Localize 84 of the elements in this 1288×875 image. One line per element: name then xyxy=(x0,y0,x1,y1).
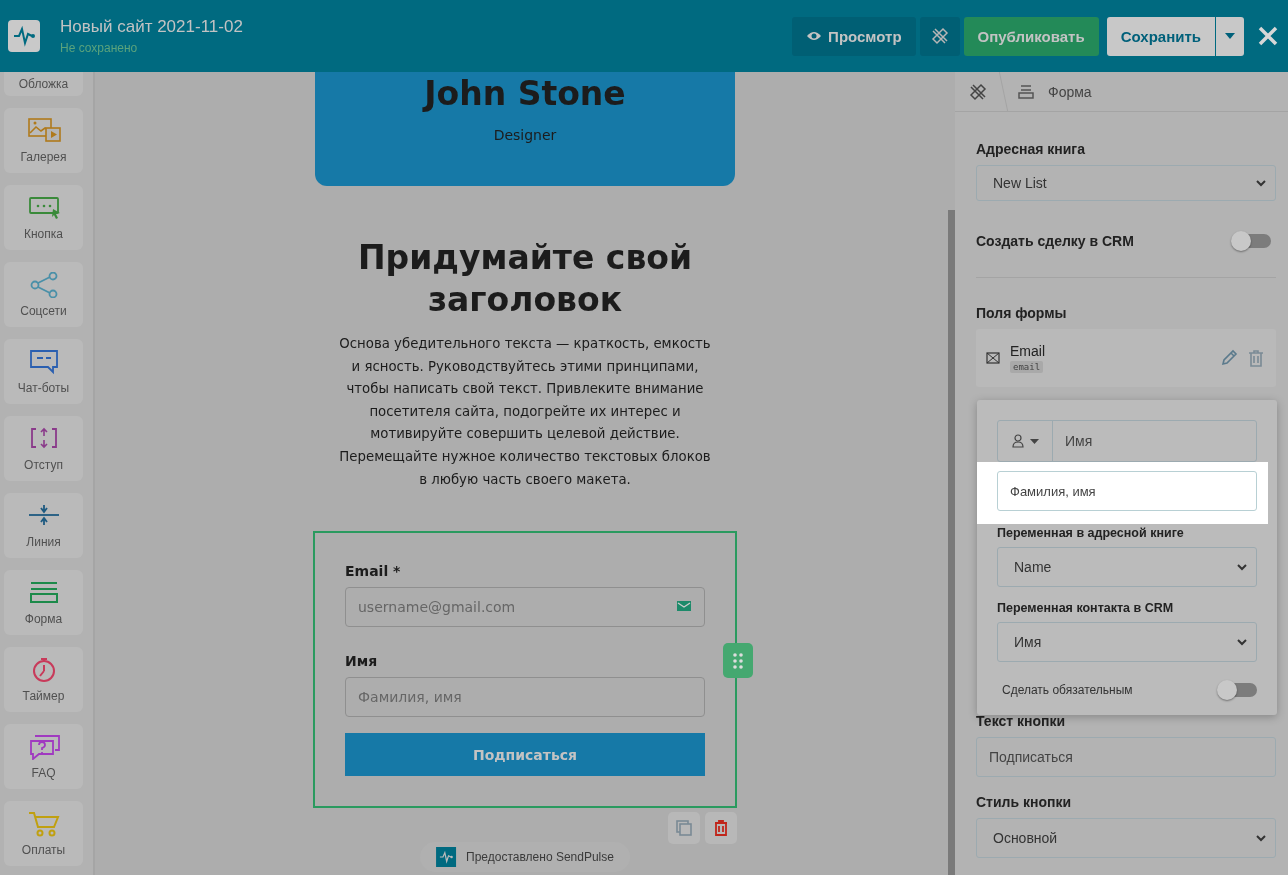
save-options-button[interactable] xyxy=(1216,16,1244,56)
block-tile[interactable]: Отступ xyxy=(4,416,83,481)
form-block-icon xyxy=(1018,84,1034,99)
block-tile[interactable]: Таймер xyxy=(4,647,83,712)
block-label: Форма xyxy=(24,611,63,626)
block-label: Линия xyxy=(26,534,61,549)
block-label: Галерея xyxy=(20,149,67,164)
app-logo-icon[interactable] xyxy=(8,20,40,52)
eye-icon xyxy=(806,30,823,42)
block-tile[interactable]: Кнопка xyxy=(4,185,83,250)
trash-icon xyxy=(714,820,728,837)
name-field[interactable]: Фамилия, имя xyxy=(345,677,705,718)
drag-handle[interactable] xyxy=(723,643,753,679)
crm-variable-dropdown[interactable]: Имя xyxy=(997,622,1257,662)
subscribe-form[interactable]: Email * username@gmail.com Имя Фамилия, имя Подписаться xyxy=(313,531,737,809)
block-tile[interactable]: Галерея xyxy=(4,108,83,173)
field-label: Имя xyxy=(345,653,379,670)
block-label: Оплаты xyxy=(21,842,66,857)
powered-by-text: Предоставлено SendPulse xyxy=(466,850,614,864)
page-heading: Придумайте свой заголовок xyxy=(356,237,694,321)
block-label: Отступ xyxy=(24,457,63,472)
block-tile[interactable]: Форма xyxy=(4,570,83,635)
toggle-switch[interactable] xyxy=(1233,234,1271,248)
preview-button[interactable]: Просмотр xyxy=(792,16,916,56)
address-book-label: Адресная книга xyxy=(976,141,1086,157)
save-button[interactable]: Сохранить xyxy=(1106,16,1215,56)
button-style-label: Стиль кнопки xyxy=(976,794,1073,810)
block-label: FAQ xyxy=(31,765,56,780)
crm-variable-label: Переменная контакта в CRM xyxy=(997,601,1175,615)
sendpulse-logo-icon xyxy=(436,847,457,867)
block-label: Таймер xyxy=(22,688,65,703)
button-text-field[interactable]: Подписаться xyxy=(976,737,1276,777)
close-icon xyxy=(1258,26,1278,46)
copy-icon xyxy=(676,820,692,837)
toggle-switch[interactable] xyxy=(1219,683,1257,697)
breadcrumb-item[interactable]: Форма xyxy=(1048,83,1092,100)
field-label: Email * xyxy=(345,563,402,580)
crm-deal-label: Создать сделку в CRM xyxy=(976,233,1134,249)
profile-role: Designer xyxy=(493,127,557,143)
publish-button[interactable]: Опубликовать xyxy=(963,16,1099,56)
chevron-icon xyxy=(1236,638,1248,646)
block-tile[interactable]: Обложка xyxy=(4,72,83,96)
form-field-card[interactable]: Email email xyxy=(976,329,1276,387)
trash-icon xyxy=(1248,349,1264,367)
chevron-icon xyxy=(1255,179,1267,187)
duplicate-button[interactable] xyxy=(668,812,700,845)
block-tile[interactable]: Оплаты xyxy=(4,801,83,866)
chevron-icon xyxy=(1236,563,1248,571)
gallery-block-icon xyxy=(26,117,61,144)
email-field[interactable]: username@gmail.com xyxy=(345,587,705,628)
caret-icon xyxy=(1225,33,1235,39)
chevron-icon xyxy=(1255,834,1267,842)
placeholder-field[interactable]: Фамилия, имя xyxy=(997,471,1257,511)
grip-icon xyxy=(733,652,743,669)
button-text-label: Текст кнопки xyxy=(976,713,1067,729)
envelope-icon xyxy=(986,352,1000,364)
block-label: Кнопка xyxy=(24,226,63,241)
person-icon xyxy=(1011,434,1024,448)
body-paragraph: Основа убедительного текста — краткость, емкость и ясность. Руководствуйтесь этими принципами, чтобы написать свой текст. Привлеките внимание посетителя сайта, подогрейте их интерес и мотивируйте совершить целевой действие. Перемещайте нужное количество текстовых блоков в любую часть своего макета. xyxy=(338,335,712,489)
subscribe-button[interactable]: Подписаться xyxy=(345,733,705,777)
form-fields-title: Поля формы xyxy=(976,305,1068,321)
variable-label: Переменная в адресной книге xyxy=(997,526,1185,540)
variable-dropdown[interactable]: Name xyxy=(997,547,1257,587)
address-book-dropdown[interactable]: New List xyxy=(976,165,1276,201)
site-title: Новый сайт 2021-11-02 xyxy=(60,17,244,37)
design-button[interactable] xyxy=(919,16,960,56)
delete-button[interactable] xyxy=(705,812,737,845)
block-label: Чат-боты xyxy=(17,380,70,395)
button-block-icon xyxy=(26,194,61,221)
caret-icon xyxy=(1029,438,1039,444)
field-tag: email xyxy=(1010,361,1044,373)
save-status: Не сохранено xyxy=(60,41,139,55)
pencil-icon xyxy=(1220,349,1238,367)
block-tile[interactable]: Соцсети xyxy=(4,262,83,327)
block-tile[interactable]: Чат-боты xyxy=(4,339,83,404)
profile-name: John Stone xyxy=(424,74,626,113)
payment-block-icon xyxy=(26,810,61,837)
block-tile[interactable]: Линия xyxy=(4,493,83,558)
block-label: Соцсети xyxy=(20,303,67,318)
button-style-dropdown[interactable]: Основной xyxy=(976,818,1276,858)
field-name: Email xyxy=(1010,343,1046,359)
block-tile[interactable]: FAQ xyxy=(4,724,83,789)
required-label: Сделать обязательным xyxy=(1002,683,1133,697)
block-label: Обложка xyxy=(18,77,69,91)
